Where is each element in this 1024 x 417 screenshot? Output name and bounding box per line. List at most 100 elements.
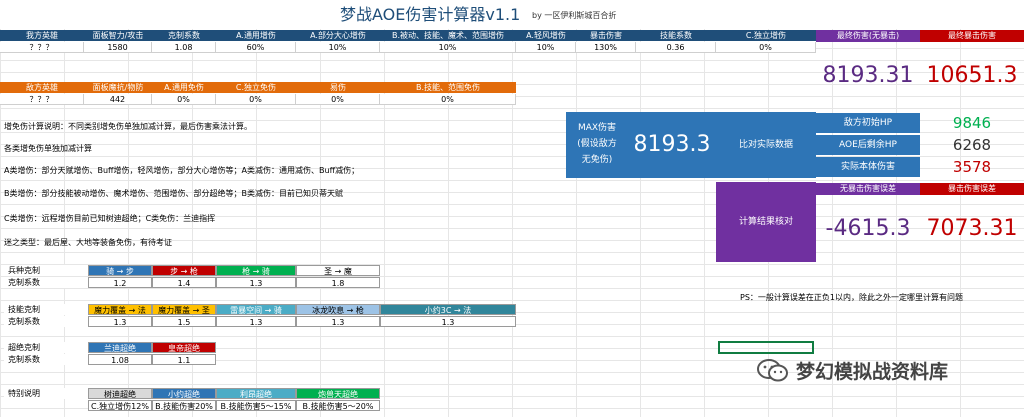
- special-value: C.独立增伤12%: [88, 400, 152, 411]
- crit-dmg-input[interactable]: 130%: [576, 42, 636, 53]
- enemy-name-cell[interactable]: ？？？: [0, 94, 84, 105]
- vulnerable-input[interactable]: 0%: [296, 94, 380, 105]
- enemy-hp-value[interactable]: 9846: [920, 113, 1024, 133]
- max-label-line: (假设敌方: [577, 139, 617, 149]
- enemy-hp-label: 敌方初始HP: [816, 113, 920, 133]
- general-dmg-input[interactable]: 60%: [216, 42, 296, 53]
- troop-coef-label: 克制系数: [4, 277, 88, 288]
- actual-damage-label: 实际本体伤害: [816, 157, 920, 177]
- special-value: B.技能伤害5～20%: [296, 400, 380, 411]
- final-damage-value: 8193.31: [822, 63, 914, 88]
- hero-name-cell[interactable]: ？？？: [0, 42, 84, 53]
- skill-coef[interactable]: 1.5: [152, 316, 216, 327]
- special-tag: 炮兽天超绝: [296, 388, 380, 399]
- compare-label: 比对实际数据: [716, 112, 816, 178]
- special-label: 特别说明: [4, 388, 88, 399]
- general-reduction-input[interactable]: 0%: [152, 94, 216, 105]
- error-crit-value: 7073.31: [926, 216, 1018, 241]
- attacker-header-cell: A.部分大心增伤: [296, 30, 380, 41]
- attacker-header-cell: 克制系数: [152, 30, 216, 41]
- error-value: -4615.3: [825, 216, 911, 241]
- actual-damage-value: 3578: [952, 158, 992, 176]
- final-crit-damage-label: 最终暴击伤害: [920, 30, 1024, 42]
- skill-coef[interactable]: 1.3: [216, 316, 296, 327]
- heart-dmg-input[interactable]: 10%: [296, 42, 380, 53]
- attacker-header-cell: B.被动、技能、魔术、范围增伤: [380, 30, 516, 41]
- final-crit-damage-value: 10651.3: [926, 63, 1018, 88]
- defender-header-cell: 敌方英雄: [0, 82, 84, 93]
- byline: by 一区伊利斯城百合折: [532, 11, 617, 20]
- skill-coef[interactable]: 1.3: [296, 316, 380, 327]
- troop-coef[interactable]: 1.4: [152, 277, 216, 288]
- attack-input[interactable]: 1580: [84, 42, 152, 53]
- max-damage-box: MAX伤害 (假设敌方 无免伤) 8193.3: [566, 112, 716, 178]
- max-label-line: 无免伤): [581, 155, 613, 165]
- special-tag: 利昂超绝: [216, 388, 296, 399]
- special-tag: 树迪超绝: [88, 388, 152, 399]
- defender-header-cell: C.独立免伤: [216, 82, 296, 93]
- troop-tag: 骑 → 步: [88, 265, 152, 276]
- troop-tag: 步 → 枪: [152, 265, 216, 276]
- troop-tag: 枪 → 骑: [216, 265, 296, 276]
- troop-tag: 圣 → 魔: [296, 265, 380, 276]
- ult-coef[interactable]: 1.08: [88, 354, 152, 365]
- skill-coef-input[interactable]: 0.36: [636, 42, 716, 53]
- skill-tag: 雷暴空间 → 骑: [216, 304, 296, 315]
- attacker-header-cell: 我方英雄: [0, 30, 84, 41]
- skill-reduction-input[interactable]: 0%: [380, 94, 516, 105]
- after-aoe-value[interactable]: 6268: [920, 135, 1024, 155]
- max-damage-label: MAX伤害 (假设敌方 无免伤): [566, 120, 628, 168]
- attacker-header-cell: C.独立增伤: [716, 30, 816, 41]
- max-label-line: MAX伤害: [577, 123, 617, 133]
- note-line: 增免伤计算说明：不同类别增免伤单独加减计算，最后伤害乘法计算。: [4, 122, 252, 131]
- troop-coef[interactable]: 1.3: [216, 277, 296, 288]
- after-aoe-label: AOE后剩余HP: [816, 135, 920, 155]
- special-value: B.技能伤害20%: [152, 400, 216, 411]
- special-value: B.技能伤害5～15%: [216, 400, 296, 411]
- defender-header-cell: 面板魔抗/物防: [84, 82, 152, 93]
- ult-tag: 皇帝超绝: [152, 342, 216, 353]
- defender-header-cell: B.技能、范围免伤: [380, 82, 516, 93]
- verify-label: 计算结果核对: [738, 217, 793, 227]
- skill-coef[interactable]: 1.3: [380, 316, 516, 327]
- final-damage-label: 最终伤害(无暴击): [816, 30, 920, 42]
- defender-header-cell: A.通用免伤: [152, 82, 216, 93]
- troop-coef[interactable]: 1.8: [296, 277, 380, 288]
- troop-coef[interactable]: 1.2: [88, 277, 152, 288]
- ult-counter-label: 超绝克制: [4, 342, 88, 353]
- note-line: A类增伤：部分天赋增伤、Buff增伤，轻风增伤，部分大心增伤等；A类减伤：通用减…: [4, 166, 360, 175]
- breeze-dmg-input[interactable]: 10%: [516, 42, 576, 53]
- selected-cell[interactable]: [718, 341, 814, 354]
- watermark-text: 梦幻模拟战资料库: [796, 361, 949, 383]
- note-line: C类增伤：远程增伤目前已知树迪超绝；C类免伤：兰迪指挥: [4, 214, 216, 223]
- independent-reduction-input[interactable]: 0%: [216, 94, 296, 105]
- ult-coef[interactable]: 1.1: [152, 354, 216, 365]
- note-line: 各类增免伤单独加减计算: [4, 144, 92, 153]
- note-line: B类增伤：部分技能被动增伤、魔术增伤、范围增伤、部分超绝等；B类减伤：目前已知贝…: [4, 189, 343, 198]
- max-damage-value: 8193.3: [633, 132, 711, 157]
- skill-tag: 魔力覆盖 → 圣: [152, 304, 216, 315]
- skill-dmg-input[interactable]: 10%: [380, 42, 516, 53]
- ult-coef-label: 克制系数: [4, 354, 88, 365]
- independent-dmg-input[interactable]: 0%: [716, 42, 816, 53]
- attacker-header-cell: A.通用增伤: [216, 30, 296, 41]
- skill-counter-label: 技能克制: [4, 304, 88, 315]
- special-tag: 小约超绝: [152, 388, 216, 399]
- skill-tag: 小约3C → 法: [380, 304, 516, 315]
- skill-coef-label: 克制系数: [4, 316, 88, 327]
- skill-tag: 魔力覆盖 → 法: [88, 304, 152, 315]
- error-label: 无暴击伤害误差: [816, 183, 920, 195]
- skill-coef[interactable]: 1.3: [88, 316, 152, 327]
- ps-note: PS：一般计算误差在正负1以内，除此之外一定哪里计算有问题: [740, 293, 963, 302]
- attacker-header-cell: 暴击伤害: [576, 30, 636, 41]
- note-line: 迷之类型：最后屋、大地等装备免伤，有待考证: [4, 238, 172, 247]
- troop-counter-label: 兵种克制: [4, 265, 88, 276]
- skill-tag: 冰龙吹息 → 枪: [296, 304, 380, 315]
- attacker-header-cell: A.轻风增伤: [516, 30, 576, 41]
- counter-coef-input[interactable]: 1.08: [152, 42, 216, 53]
- enemy-def-input[interactable]: 442: [84, 94, 152, 105]
- defender-header-cell: 易伤: [296, 82, 380, 93]
- page-title: 梦战AOE伤害计算器v1.1: [340, 5, 521, 24]
- attacker-header-cell: 面板智力/攻击: [84, 30, 152, 41]
- error-crit-label: 暴击伤害误差: [920, 183, 1024, 195]
